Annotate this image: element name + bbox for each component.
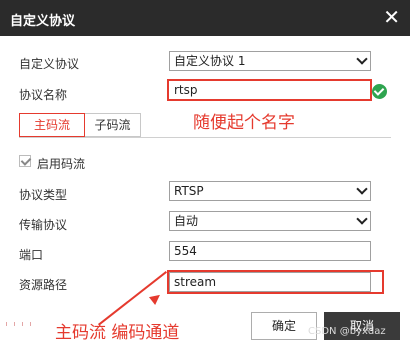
check-circle-icon bbox=[372, 84, 387, 99]
protocol-name-label: 协议名称 bbox=[19, 88, 68, 102]
protocol-type-label: 协议类型 bbox=[19, 188, 68, 202]
port-label: 端口 bbox=[19, 248, 44, 262]
protocol-name-value: rtsp bbox=[174, 83, 198, 97]
resource-path-input[interactable]: stream bbox=[169, 272, 371, 292]
chevron-down-icon bbox=[356, 53, 368, 65]
decorative-ticks bbox=[0, 322, 40, 334]
chevron-down-icon bbox=[356, 213, 368, 225]
custom-protocol-select[interactable]: 自定义协议 1 bbox=[169, 51, 371, 71]
chevron-down-icon bbox=[356, 183, 368, 195]
dialog-title: 自定义协议 bbox=[10, 14, 76, 29]
transport-value: 自动 bbox=[174, 214, 199, 228]
custom-protocol-value: 自定义协议 1 bbox=[174, 54, 246, 68]
watermark: CSDN @byxdaz bbox=[308, 326, 386, 337]
transport-select[interactable]: 自动 bbox=[169, 211, 371, 231]
port-input[interactable]: 554 bbox=[169, 241, 371, 261]
path-annotation: 主码流 编码通道 bbox=[55, 323, 180, 343]
resource-path-label: 资源路径 bbox=[19, 278, 68, 292]
transport-label: 传输协议 bbox=[19, 218, 68, 232]
annotation-arrow-head bbox=[148, 290, 164, 306]
name-annotation: 随便起个名字 bbox=[193, 113, 295, 133]
port-value: 554 bbox=[174, 244, 197, 258]
tab-divider bbox=[19, 137, 391, 138]
enable-stream-checkbox[interactable] bbox=[19, 155, 31, 167]
dialog-titlebar: 自定义协议 ✕ bbox=[0, 0, 410, 36]
protocol-name-input[interactable]: rtsp bbox=[169, 80, 371, 100]
tab-sub-stream[interactable]: 子码流 bbox=[85, 113, 141, 137]
resource-path-value: stream bbox=[174, 275, 217, 289]
protocol-type-select[interactable]: RTSP bbox=[169, 181, 371, 201]
enable-stream-label: 启用码流 bbox=[37, 157, 86, 171]
tab-main-stream[interactable]: 主码流 bbox=[19, 113, 85, 137]
protocol-type-value: RTSP bbox=[174, 184, 204, 198]
close-icon[interactable]: ✕ bbox=[383, 5, 400, 29]
custom-protocol-label: 自定义协议 bbox=[19, 57, 80, 71]
